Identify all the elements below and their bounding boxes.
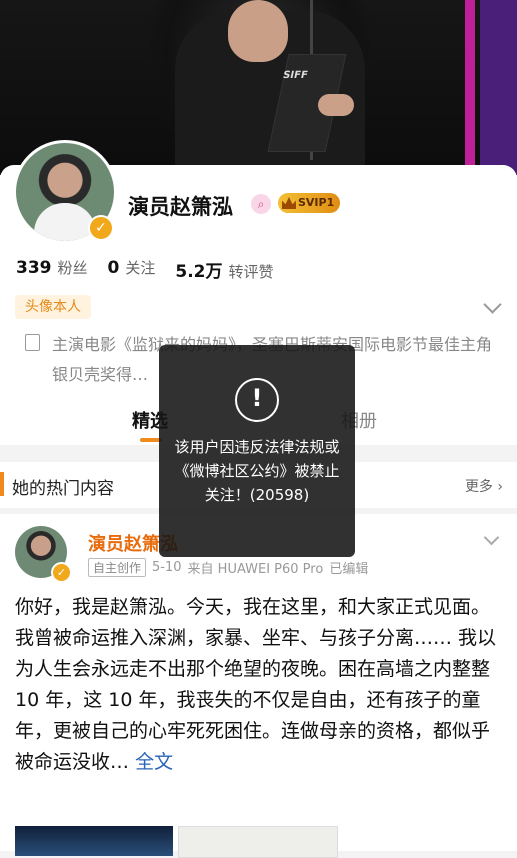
post-image[interactable] [15, 826, 173, 856]
post-date: 5-10 [152, 560, 182, 575]
more-link[interactable]: 更多 › [465, 476, 503, 496]
post-edited: 已编辑 [329, 562, 369, 577]
banner-stage-light [465, 0, 475, 175]
banner-stage-backdrop [480, 0, 517, 175]
avatar-authentic-badge: 头像本人 [15, 295, 91, 319]
user-tag-icon[interactable]: ⌕ [251, 194, 271, 214]
post-card[interactable]: ✓ 演员赵箫泓 自主创作 5-10 来自 HUAWEI P60 Pro 已编辑 … [0, 514, 517, 858]
post-text: 你好，我是赵箫泓。今天，我在这里，和大家正式见面。 我曾被命运推入深渊，家暴、坐… [15, 592, 505, 778]
post-meta: 自主创作 5-10 来自 HUAWEI P60 Pro 已编辑 [88, 558, 368, 577]
hot-content-title: 她的热门内容 [12, 479, 114, 499]
banner-trophy-logo: SIFF [281, 70, 309, 81]
svip-label: SVIP1 [298, 196, 335, 209]
post-device: 来自 HUAWEI P60 Pro [187, 562, 324, 577]
full-text-link[interactable]: 全文 [135, 751, 173, 773]
avatar-shirt [34, 203, 96, 241]
source-tag: 自主创作 [88, 558, 147, 577]
stat-label: 转评赞 [228, 263, 274, 281]
stat-label: 粉丝 [57, 259, 88, 277]
stat-value: 339 [16, 258, 52, 278]
post-verified-icon: ✓ [51, 562, 72, 583]
post-image[interactable] [178, 826, 338, 858]
banner-hand-right [318, 94, 354, 116]
post-body: 你好，我是赵箫泓。今天，我在这里，和大家正式见面。 我曾被命运推入深渊，家暴、坐… [15, 596, 497, 773]
stat-following[interactable]: 0 关注 [108, 257, 156, 282]
toast-message: 该用户因违反法律法规或《微博社区公约》被禁止关注！(20598) [174, 438, 340, 504]
stat-followers[interactable]: 339 粉丝 [16, 257, 88, 282]
svip-badge[interactable]: SVIP1 [278, 193, 341, 213]
profile-name: 演员赵箫泓 [128, 195, 233, 219]
verified-badge-icon: ✓ [88, 215, 114, 241]
error-toast: ! 该用户因违反法律法规或《微博社区公约》被禁止关注！(20598) [159, 345, 355, 557]
stat-label: 关注 [125, 259, 156, 277]
alert-icon-glyph: ! [251, 384, 263, 412]
crown-icon [282, 197, 296, 209]
banner-hand [228, 0, 288, 62]
section-accent-bar [0, 472, 4, 496]
post-menu-chevron-icon[interactable] [483, 529, 500, 546]
stat-value: 0 [107, 258, 120, 278]
profile-stats: 339 粉丝 0 关注 5.2万 转评赞 [16, 257, 274, 282]
intro-document-icon [25, 334, 40, 351]
stat-value: 5.2万 [175, 262, 223, 282]
stat-interactions[interactable]: 5.2万 转评赞 [175, 257, 273, 282]
